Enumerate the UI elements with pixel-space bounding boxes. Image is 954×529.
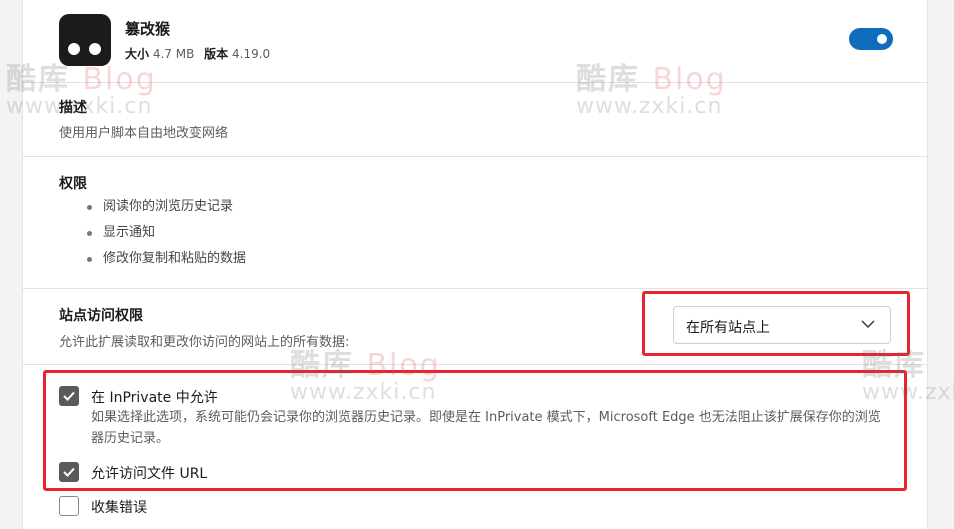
permissions-title: 权限 xyxy=(59,176,87,192)
permission-item: 修改你复制和粘贴的数据 xyxy=(87,250,246,276)
highlight-box-options xyxy=(43,370,907,491)
collect-errors-label: 收集错误 xyxy=(91,500,147,516)
divider xyxy=(23,156,927,157)
size-value: 4.7 MB xyxy=(152,47,195,61)
toggle-knob xyxy=(877,34,887,44)
divider xyxy=(23,82,927,83)
highlight-box-site-access xyxy=(642,291,910,356)
site-access-text: 允许此扩展读取和更改你访问的网站上的所有数据: xyxy=(59,335,350,350)
permissions-list: 阅读你的浏览历史记录 显示通知 修改你复制和粘贴的数据 xyxy=(87,198,246,276)
description-title: 描述 xyxy=(59,100,87,116)
extension-name: 篡改猴 xyxy=(125,20,171,38)
logo-eye-right xyxy=(86,40,104,58)
divider xyxy=(23,288,927,289)
site-access-title: 站点访问权限 xyxy=(59,308,143,324)
permission-item: 阅读你的浏览历史记录 xyxy=(87,198,246,224)
logo-eye-left xyxy=(65,40,83,58)
version-label: 版本 xyxy=(204,47,229,61)
description-text: 使用用户脚本自由地改变网络 xyxy=(59,126,229,141)
tampermonkey-logo-icon xyxy=(59,14,111,66)
version-value: 4.19.0 xyxy=(232,47,271,61)
size-label: 大小 xyxy=(125,47,150,61)
permission-item: 显示通知 xyxy=(87,224,246,250)
extension-enable-toggle[interactable] xyxy=(849,28,893,50)
extension-meta: 大小 4.7 MB 版本 4.19.0 xyxy=(125,45,276,62)
divider xyxy=(23,364,927,365)
collect-errors-checkbox[interactable] xyxy=(59,496,79,516)
